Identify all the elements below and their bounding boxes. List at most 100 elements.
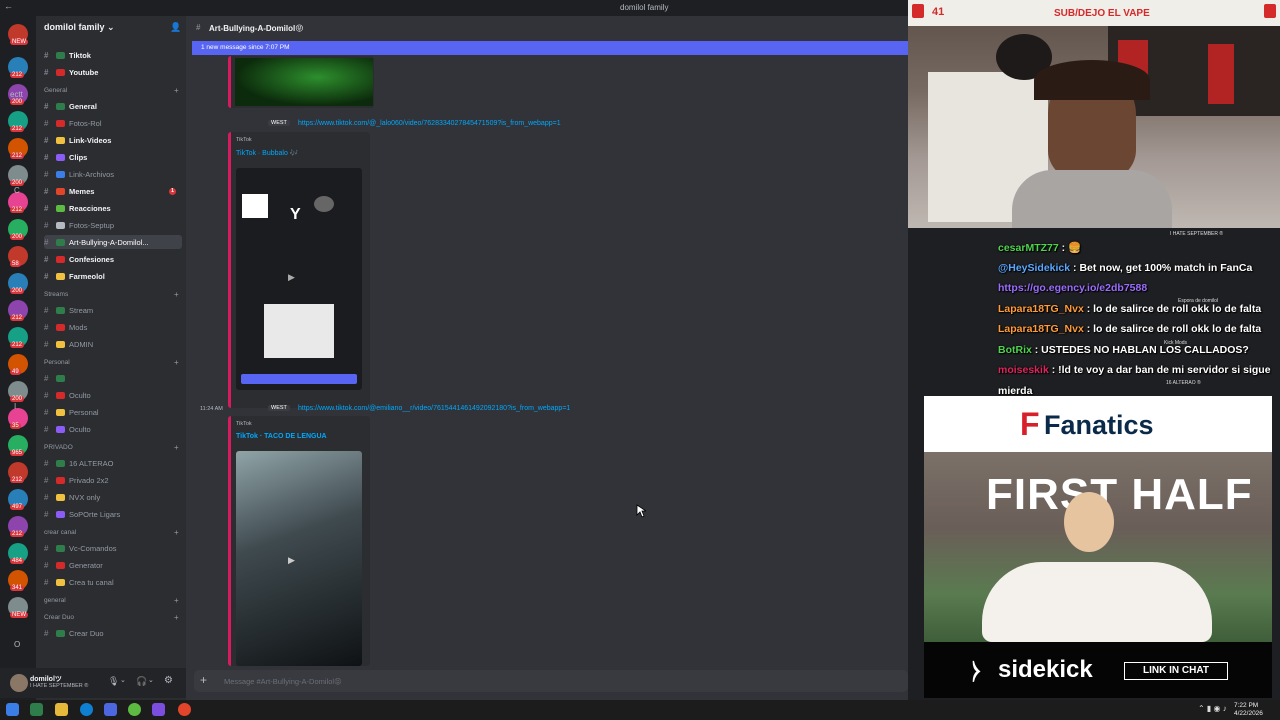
play-icon[interactable]: ▶ [288,555,295,566]
channel-item[interactable]: # Link-Archivos [44,167,182,181]
server-folder-label[interactable]: I [14,402,16,411]
embed-title[interactable]: TikTok · Bubbalo 🎶 [236,149,299,157]
channel-item[interactable]: # 16 ALTERAO [44,456,182,470]
terminal-icon[interactable] [30,703,43,716]
ad-video[interactable]: FIRST HALF [924,452,1272,642]
server-badge: 484 [10,558,25,564]
add-channel-icon[interactable]: + [174,358,179,367]
back-arrow-icon[interactable]: ← [4,1,13,11]
add-attachment-icon[interactable]: + [200,673,207,687]
add-channel-icon[interactable]: + [174,443,179,452]
channel-item[interactable]: # Confesiones [44,252,182,266]
message-link[interactable]: https://www.tiktok.com/@emiliano__r/vide… [298,405,570,412]
channel-item[interactable]: # Memes 1 [44,184,182,198]
channel-item[interactable]: # Clips [44,150,182,164]
taskbar: ⌃ ▮ ◉ ♪ 7:22 PM 4/22/2026 [0,700,1280,720]
server-folder-label[interactable]: O [14,640,20,649]
server-folder-label[interactable]: C [14,186,20,195]
channel-item[interactable]: # Stream [44,303,182,317]
sponsor-ad: F Fanatics FIRST HALF ⧽ sidekick LINK IN… [924,396,1272,698]
category-header[interactable]: crear canal + [44,528,179,537]
discord-icon[interactable] [152,703,165,716]
server-name[interactable]: domilol family ⌄ [44,22,115,33]
settings-gear-icon[interactable]: ⚙ [164,675,173,686]
start-windows-icon[interactable] [6,703,19,716]
channel-item[interactable]: # Fotos-Septup [44,218,182,232]
embed-thumbnail[interactable]: ▶ [236,451,362,666]
channel-item[interactable]: # [44,371,182,385]
channel-emoji-icon [56,119,65,127]
server-badge: 497 [10,504,25,510]
channel-item[interactable]: # Tiktok [44,48,182,62]
channel-emoji-icon [56,51,65,59]
channel-emoji-icon [56,102,65,110]
channel-emoji-icon [56,425,65,433]
channel-emoji-icon [56,238,65,246]
channel-item[interactable]: # Privado 2x2 [44,473,182,487]
channel-item[interactable]: # General [44,99,182,113]
add-channel-icon[interactable]: + [174,596,179,605]
channel-item[interactable]: # Crea tu canal [44,575,182,589]
category-header[interactable]: general + [44,596,179,605]
channel-item[interactable]: # Link-Videos [44,133,182,147]
stream-chat-overlay: I HATE SEPTEMBER ® Espora de domilol Kic… [908,228,1280,398]
channel-item[interactable]: # Vc-Comandos [44,541,182,555]
channel-item[interactable]: # Reacciones [44,201,182,215]
chat-text: : Bet now, get 100% match in FanCa [1070,261,1253,274]
server-folder-label[interactable]: ectt [10,90,23,99]
streamer-webcam: 41 SUB/DEJO EL VAPE [908,0,1280,228]
channel-item[interactable]: # Crear Duo [44,626,182,640]
add-member-icon[interactable]: 👤 [170,22,181,33]
embed-title[interactable]: TikTok · TACO DE LENGUA [236,433,327,440]
channel-emoji-icon [56,578,65,586]
edge-browser-icon[interactable] [80,703,93,716]
channel-hash-icon: # [44,237,49,247]
channel-emoji-icon [56,323,65,331]
chrome-icon[interactable] [178,703,191,716]
file-explorer-icon[interactable] [55,703,68,716]
channel-item[interactable]: # Mods [44,320,182,334]
chat-text: : USTEDES NO HABLAN LOS CALLADOS? [1031,343,1249,356]
channel-item[interactable]: # Oculto [44,388,182,402]
add-channel-icon[interactable]: + [174,613,179,622]
channel-label: Farmeolol [69,271,105,281]
ad-cta[interactable]: LINK IN CHAT [1124,662,1228,680]
audio-menu-chevron-icon[interactable]: ⌄ [148,676,154,684]
category-header[interactable]: PRIVADO + [44,443,179,452]
message-link[interactable]: https://www.tiktok.com/@_lalo060/video/7… [298,120,561,127]
channel-item[interactable]: # Personal [44,405,182,419]
avatar[interactable] [10,674,28,692]
channel-item[interactable]: # Fotos-Rol [44,116,182,130]
clock-date[interactable]: 4/22/2026 [1234,710,1263,717]
app-icon[interactable] [104,703,117,716]
category-header[interactable]: General + [44,86,179,95]
category-header[interactable]: Streams + [44,290,179,299]
channel-label: Fotos-Rol [69,118,102,128]
category-header[interactable]: Personal + [44,358,179,367]
category-header[interactable]: Crear Duo + [44,613,179,622]
embed-image-prev[interactable] [228,56,374,108]
server-badge: 212 [10,477,25,483]
channel-item[interactable]: # ADMIN [44,337,182,351]
message-composer[interactable]: + Message #Art-Bullying-A-Domilol😝 [194,670,908,692]
headphones-icon[interactable]: 🎧 [136,676,147,687]
clock-time[interactable]: 7:22 PM [1234,702,1258,709]
tray-icons[interactable]: ⌃ ▮ ◉ ♪ [1198,704,1227,713]
add-channel-icon[interactable]: + [174,528,179,537]
mic-menu-chevron-icon[interactable]: ⌄ [120,676,126,684]
new-messages-bar[interactable]: 1 new message since 7:07 PM [192,41,908,55]
add-channel-icon[interactable]: + [174,86,179,95]
obs-icon[interactable] [128,703,141,716]
channel-item[interactable]: # Farmeolol [44,269,182,283]
stream-topbar: 41 SUB/DEJO EL VAPE [908,0,1280,26]
embed-thumbnail[interactable]: Y ▶ [236,168,362,390]
channel-item[interactable]: # Oculto [44,422,182,436]
channel-item[interactable]: # Generator [44,558,182,572]
channel-item[interactable]: # NVX only [44,490,182,504]
channel-item[interactable]: # Youtube [44,65,182,79]
play-icon[interactable]: ▶ [288,272,295,283]
microphone-icon[interactable]: 🎙 [108,676,119,687]
channel-item[interactable]: # Art-Bullying-A-Domilol... [44,235,182,249]
channel-item[interactable]: # SoPOrte Ligars [44,507,182,521]
add-channel-icon[interactable]: + [174,290,179,299]
